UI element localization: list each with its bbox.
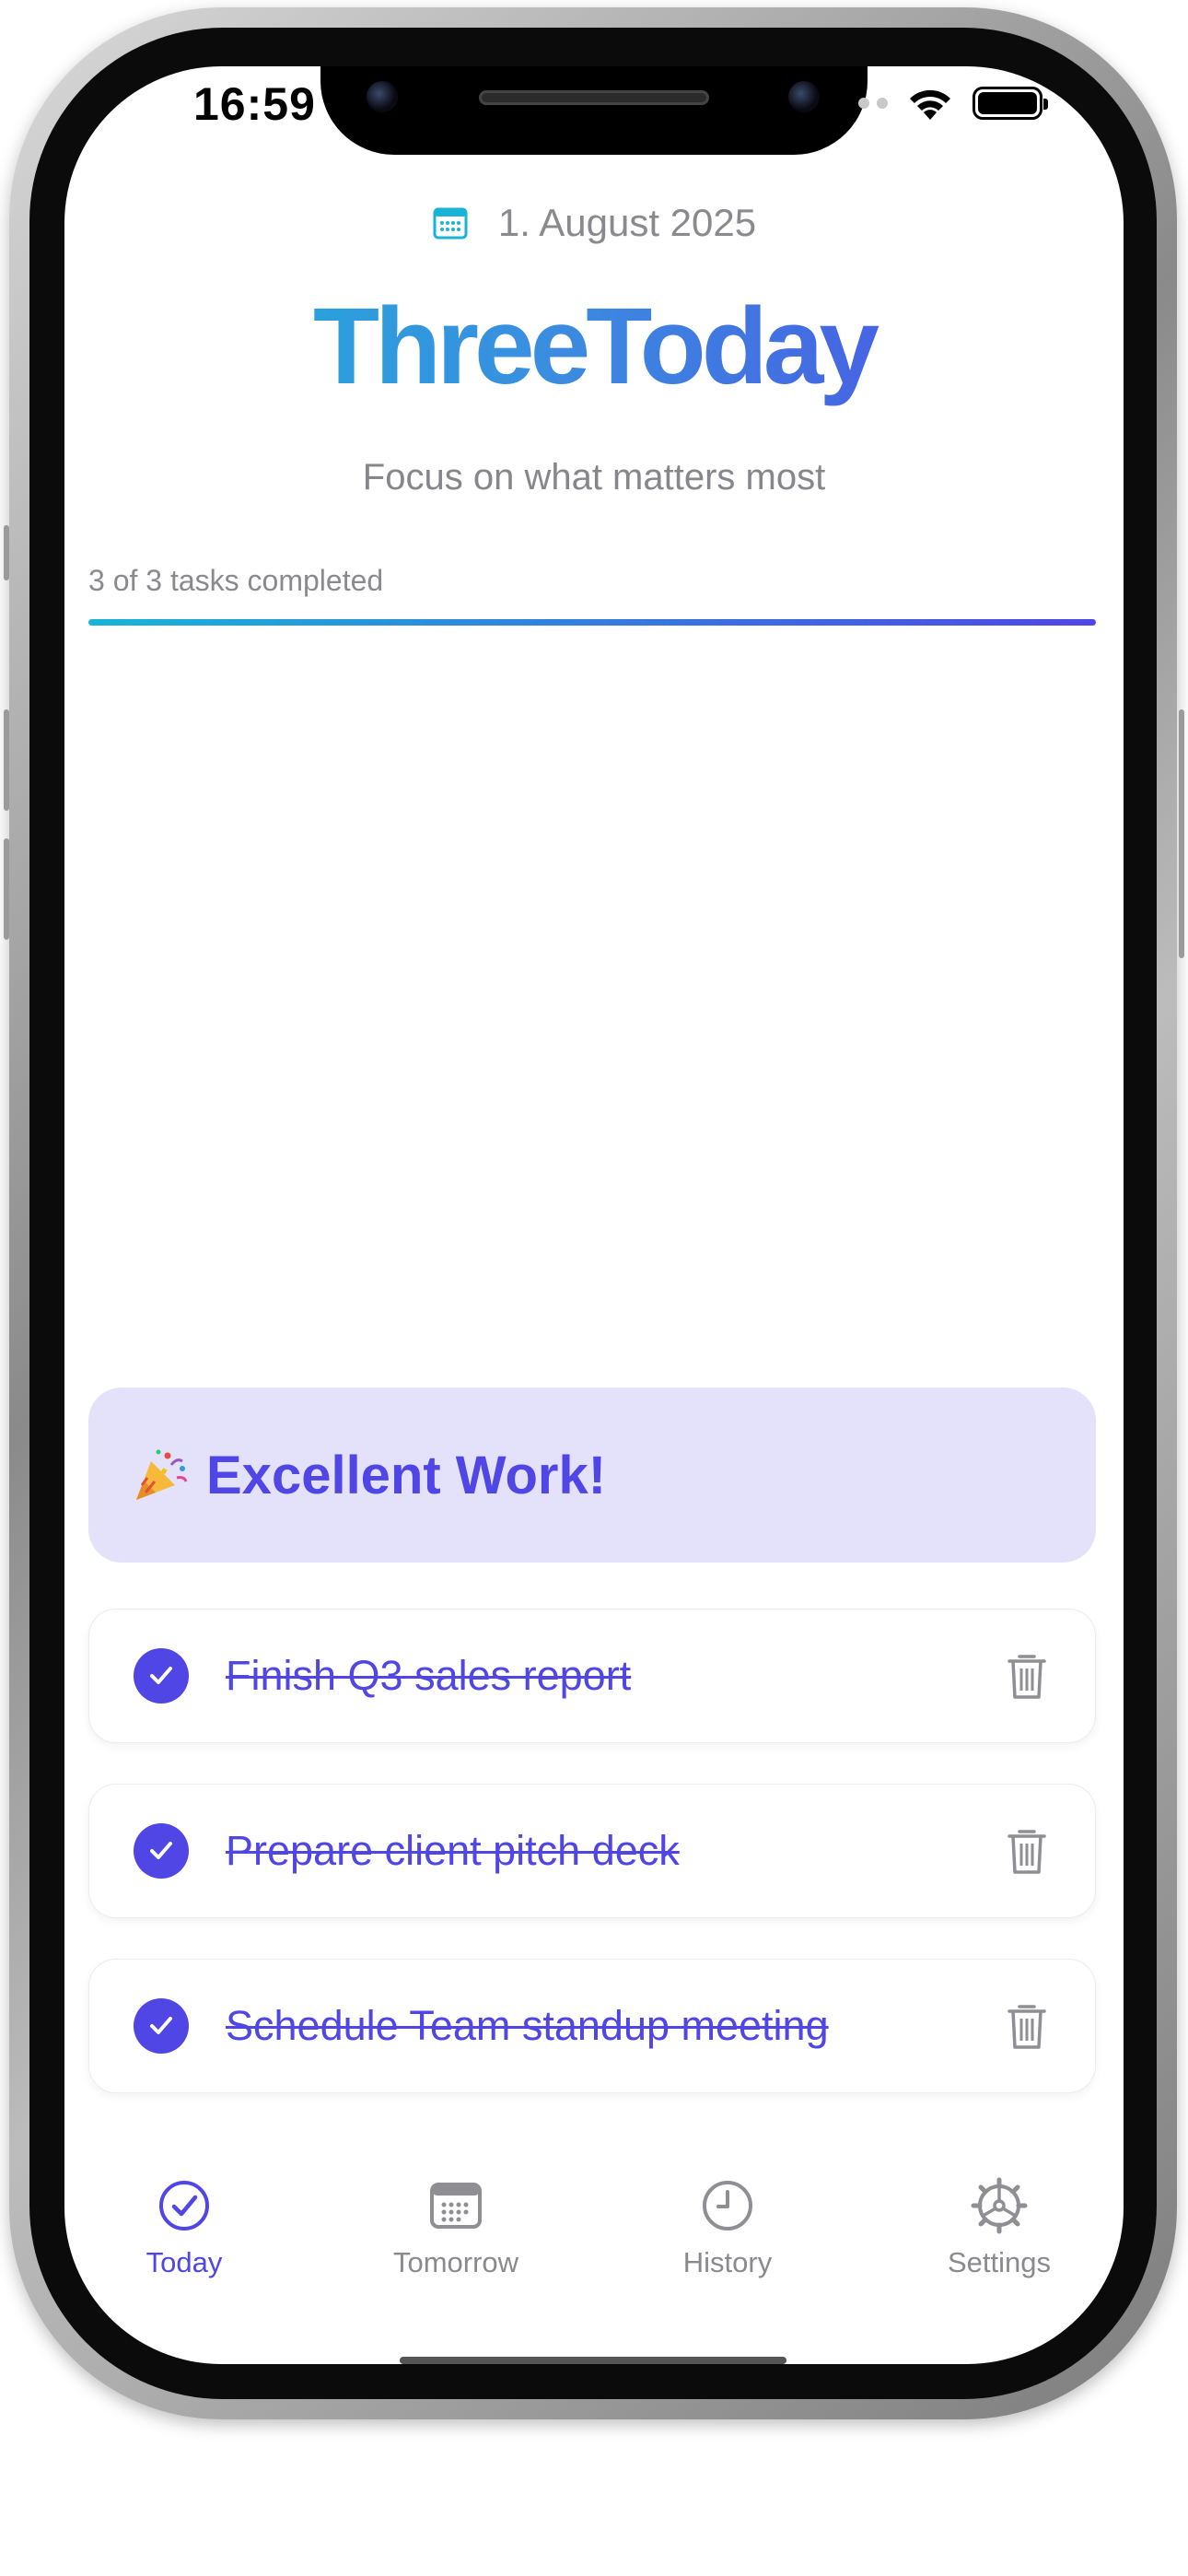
status-icons <box>858 85 1048 122</box>
tab-label: Tomorrow <box>392 2246 519 2278</box>
tab-label: Settings <box>947 2246 1051 2278</box>
party-popper-icon <box>129 1443 193 1507</box>
completed-checkbox[interactable] <box>134 1998 189 2054</box>
calendar-icon <box>426 2176 485 2235</box>
trash-icon <box>1007 2005 1046 2049</box>
completed-checkbox[interactable] <box>134 1648 189 1704</box>
signal-dots-icon <box>858 98 888 109</box>
battery-icon <box>973 87 1048 120</box>
gear-icon <box>970 2176 1029 2235</box>
side-button-left-3 <box>4 838 9 940</box>
earpiece-speaker <box>479 90 709 105</box>
app-title: ThreeToday <box>64 282 1124 411</box>
wifi-icon <box>910 89 950 120</box>
face-id-sensor <box>788 81 820 112</box>
celebration-banner: Excellent Work! <box>88 1388 1096 1563</box>
tab-today[interactable]: Today <box>74 2176 295 2279</box>
tab-label: History <box>682 2246 773 2278</box>
tab-tomorrow[interactable]: Tomorrow <box>345 2176 566 2279</box>
current-date: 1. August 2025 <box>497 201 757 244</box>
task-card[interactable]: Schedule Team standup meeting <box>88 1959 1096 2093</box>
checkmark-circle-icon <box>155 2176 214 2235</box>
home-indicator[interactable] <box>400 2357 786 2364</box>
task-title: Schedule Team standup meeting <box>226 2002 829 2049</box>
trash-icon <box>1007 1830 1046 1874</box>
checkmark-icon <box>150 2017 172 2034</box>
progress-bar <box>88 619 1096 626</box>
tab-label: Today <box>146 2246 223 2278</box>
side-button-right <box>1179 709 1184 958</box>
tab-settings[interactable]: Settings <box>889 2176 1110 2279</box>
status-time: 16:59 <box>193 78 316 130</box>
notch <box>320 66 868 155</box>
tab-bar: Today Tomorrow History Settings <box>64 2176 1124 2324</box>
checkmark-icon <box>150 1667 172 1684</box>
date-row: 1. August 2025 <box>64 201 1124 245</box>
side-button-left-2 <box>4 709 9 811</box>
app-screen: 16:59 1. August 2025 ThreeToday Focus on… <box>64 66 1124 2364</box>
task-title: Prepare client pitch deck <box>226 1827 680 1874</box>
tab-history[interactable]: History <box>617 2176 838 2279</box>
delete-task-button[interactable] <box>997 1821 1056 1880</box>
delete-task-button[interactable] <box>997 1996 1056 2055</box>
checkmark-icon <box>150 1842 172 1859</box>
task-card[interactable]: Finish Q3 sales report <box>88 1609 1096 1743</box>
front-camera <box>367 81 398 112</box>
app-subtitle: Focus on what matters most <box>362 457 826 498</box>
task-title: Finish Q3 sales report <box>226 1652 632 1699</box>
completed-checkbox[interactable] <box>134 1823 189 1879</box>
progress-label: 3 of 3 tasks completed <box>88 564 384 597</box>
progress-bar-fill <box>88 619 1096 626</box>
celebration-message: Excellent Work! <box>206 1445 607 1505</box>
side-button-left-1 <box>4 525 9 580</box>
delete-task-button[interactable] <box>997 1646 1056 1705</box>
trash-icon <box>1007 1655 1046 1699</box>
clock-icon <box>698 2176 757 2235</box>
task-card[interactable]: Prepare client pitch deck <box>88 1784 1096 1918</box>
calendar-small-icon <box>433 207 468 240</box>
